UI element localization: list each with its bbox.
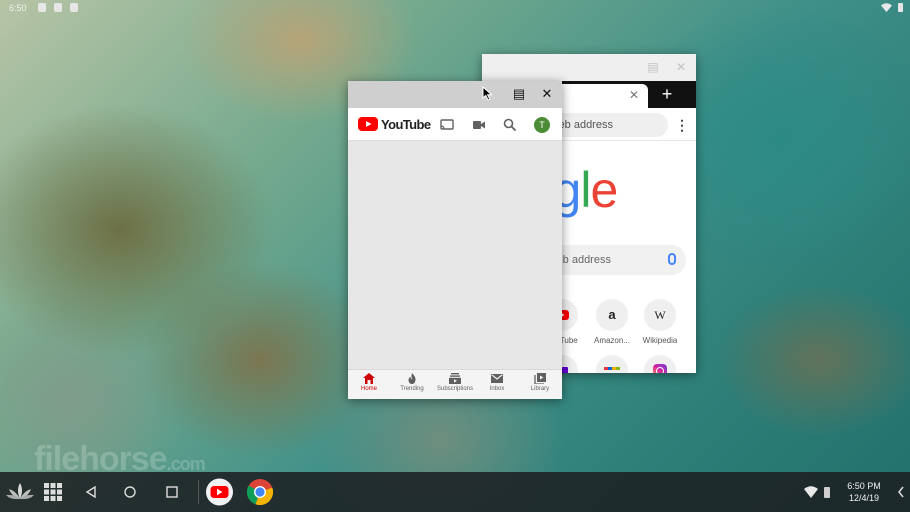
instagram-tile-icon [644,355,676,373]
youtube-maximize-button[interactable]: ▤ [512,87,526,101]
chrome-app-icon[interactable] [246,478,274,506]
youtube-titlebar[interactable]: ▤ ✕ [348,81,562,108]
chrome-close-button[interactable]: ✕ [674,60,688,74]
taskbar: 6:50 PM 12/4/19 [0,472,910,512]
subscriptions-icon [449,373,461,384]
recents-icon[interactable] [166,486,178,498]
wifi-icon[interactable] [804,486,818,498]
battery-icon[interactable] [824,487,830,498]
youtube-content-area [348,141,562,369]
new-tab-button[interactable]: + [658,83,676,105]
chevron-left-icon[interactable] [897,486,905,498]
chrome-titlebar[interactable]: ▤ ✕ [482,54,696,81]
taskbar-time: 6:50 PM [847,481,881,491]
chrome-maximize-button[interactable]: ▤ [646,60,660,74]
taskbar-clock[interactable]: 6:50 PM 12/4/19 [846,480,882,504]
nav-library[interactable]: Library [519,373,561,392]
nav-label: Home [360,386,377,392]
mouse-cursor-icon [482,86,493,101]
shield-icon [38,3,46,12]
lock-icon [70,3,78,12]
nav-home[interactable]: Home [348,373,390,392]
cast-icon[interactable] [440,118,454,132]
video-camera-icon[interactable] [472,118,486,132]
notification-icon [54,3,62,12]
taskbar-date: 12/4/19 [848,493,880,503]
app-grid-icon[interactable] [44,483,62,501]
tile-instagram[interactable] [630,355,690,373]
tab-close-icon[interactable]: ✕ [629,88,639,102]
status-time: 6:50 [9,3,27,13]
nav-label: Inbox [489,386,505,392]
nav-trending[interactable]: Trending [391,373,433,392]
nav-label: Trending [400,386,424,392]
watermark-suffix: .com [166,454,206,474]
back-icon[interactable] [85,486,97,498]
google-logo-letter: e [590,162,618,218]
battery-icon [898,3,903,12]
youtube-app-icon[interactable] [205,478,234,506]
lotus-icon[interactable] [6,481,34,503]
home-icon [363,373,375,384]
taskbar-separator [198,480,199,504]
wikipedia-tile-icon: W [644,299,676,331]
nav-label: Library [530,386,550,392]
tile-label: Wikipedia [642,336,678,345]
mail-icon [491,374,503,383]
youtube-window[interactable]: ▤ ✕ YouTube T Home Trending Subscription… [348,81,562,399]
avatar[interactable]: T [534,117,550,133]
tile-wikipedia[interactable]: W Wikipedia [630,299,690,345]
youtube-bottom-nav: Home Trending Subscriptions Inbox Librar… [348,369,562,399]
google-logo-letter: l [580,162,591,218]
amazon-tile-icon: a [596,299,628,331]
mic-icon[interactable] [668,253,676,265]
flame-icon [408,373,416,384]
youtube-close-button[interactable]: ✕ [540,87,554,101]
nav-label: Subscriptions [436,386,474,392]
nav-subscriptions[interactable]: Subscriptions [434,373,476,392]
wifi-icon [881,3,892,12]
ebay-tile-icon [596,355,628,373]
home-circle-icon[interactable] [124,486,136,498]
status-bar: 6:50 [0,0,910,16]
search-icon[interactable] [503,118,517,132]
youtube-logo-text[interactable]: YouTube [381,117,431,132]
chrome-menu-icon[interactable]: ⋮ [675,116,689,134]
nav-inbox[interactable]: Inbox [476,373,518,392]
youtube-header: YouTube T [348,108,562,141]
library-icon [534,373,546,384]
youtube-logo-icon[interactable] [358,117,378,131]
